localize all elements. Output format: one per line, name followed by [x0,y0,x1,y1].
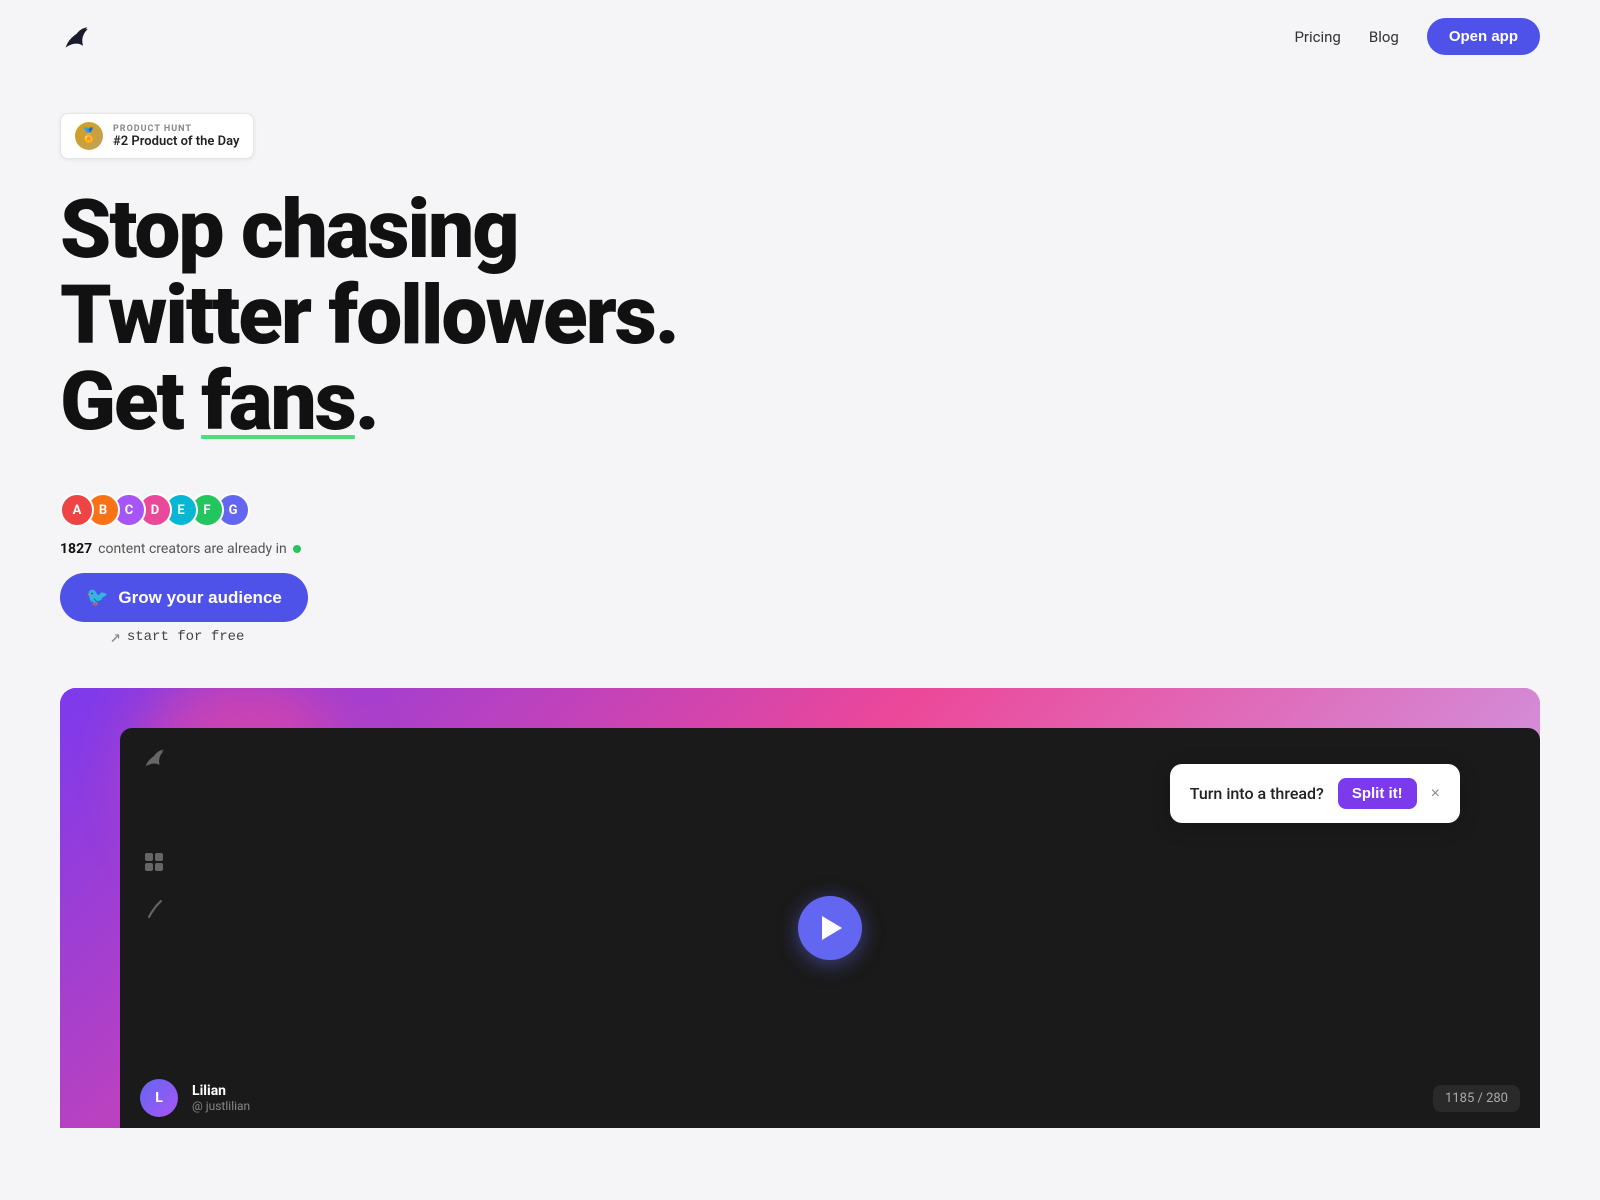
navbar: Pricing Blog Open app [0,0,1600,73]
thread-toast: Turn into a thread? Split it! × [1170,764,1460,823]
social-proof-row: A B C D E F G [60,493,250,531]
play-button[interactable] [798,896,862,960]
nav-blog[interactable]: Blog [1369,28,1399,46]
creator-count-row: 1827 content creators are already in [60,541,301,557]
curve-arrow-icon: ↗ [110,626,121,648]
nav-pricing[interactable]: Pricing [1294,28,1340,46]
user-name: Lilian [192,1083,250,1099]
ph-value: #2 Product of the Day [113,134,239,149]
start-free-text: start for free [127,629,245,645]
grow-btn-label: Grow your audience [118,588,281,608]
ph-label: PRODUCT HUNT [113,124,239,134]
heading-line1: Stop chasing [60,182,518,278]
heading-line3-post: . [355,354,378,450]
cta-block: A B C D E F G 1827 content creators are … [60,493,1540,648]
char-count-badge: 1185 / 280 [1433,1085,1520,1112]
heading-line3-pre: Get [60,354,201,450]
user-avatar: L [140,1079,178,1117]
play-button-container[interactable] [798,896,862,960]
app-logo-in-window [140,744,168,772]
ph-badge-text: PRODUCT HUNT #2 Product of the Day [113,124,239,149]
creator-count: 1827 [60,541,92,557]
sidebar-icons [140,848,168,924]
creator-count-text: content creators are already in [98,541,287,557]
grid-icon[interactable] [140,848,168,876]
split-it-button[interactable]: Split it! [1338,778,1417,809]
open-app-button[interactable]: Open app [1427,18,1540,55]
user-info: Lilian @ justlilian [192,1083,250,1113]
grow-audience-button[interactable]: 🐦 Grow your audience [60,573,308,622]
app-window: Turn into a thread? Split it! × [120,728,1540,1128]
nav-links: Pricing Blog Open app [1294,18,1540,55]
avatars-row: A B C D E F G [60,493,250,527]
user-handle: @ justlilian [192,1099,250,1113]
avatar-1: A [60,493,94,527]
start-free-hint: ↗ start for free [110,626,244,648]
hero-heading: Stop chasing Twitter followers. Get fans… [60,187,760,445]
play-triangle-icon [822,916,842,940]
heading-line2: Twitter followers. [60,268,678,364]
toast-message: Turn into a thread? [1190,784,1324,803]
twitter-icon: 🐦 [86,587,108,608]
logo[interactable] [60,21,92,53]
product-hunt-badge: 🏅 PRODUCT HUNT #2 Product of the Day [60,113,254,159]
bottom-bar: L Lilian @ justlilian 1185 / 280 [120,1068,1540,1128]
app-preview-section: Turn into a thread? Split it! × [60,688,1540,1128]
ph-medal-icon: 🏅 [75,122,103,150]
feather-icon[interactable] [140,896,168,924]
heading-fans-word: fans [201,354,355,450]
toast-close-button[interactable]: × [1431,785,1440,803]
live-indicator [293,545,301,553]
hero-section: 🏅 PRODUCT HUNT #2 Product of the Day Sto… [0,73,1600,648]
